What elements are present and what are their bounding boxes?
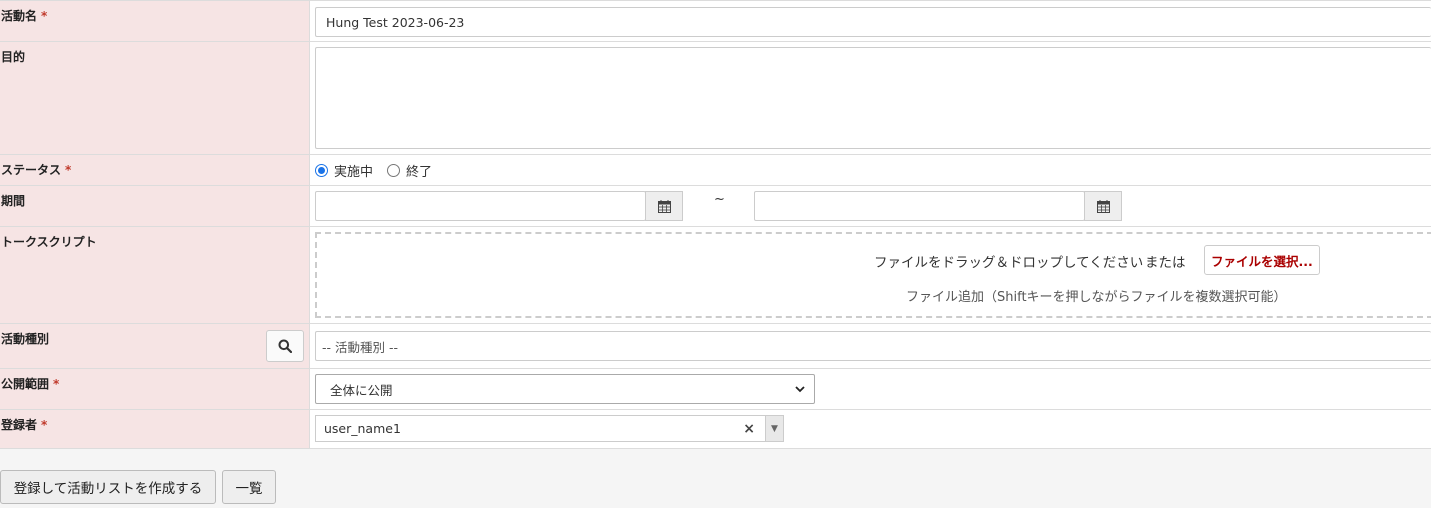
dropzone-hint: ファイル追加（Shiftキーを押しながらファイルを複数選択可能） <box>906 290 1287 305</box>
search-icon <box>278 339 292 353</box>
talk-script-label: トークスクリプト <box>0 227 310 323</box>
visibility-label: 公開範囲 * <box>0 369 310 409</box>
purpose-label-text: 目的 <box>1 50 26 64</box>
row-talk-script: トークスクリプト ファイルをドラッグ＆ドロップしてください または ファイルを選… <box>0 227 1431 324</box>
required-mark: * <box>53 377 60 391</box>
submit-button-label: 登録して活動リストを作成する <box>13 481 203 497</box>
registrant-combobox[interactable]: user_name1 × ▼ <box>315 415 784 442</box>
talk-script-label-text: トークスクリプト <box>1 235 97 249</box>
row-registrant: 登録者 * user_name1 × ▼ <box>0 410 1431 449</box>
period-end-input[interactable] <box>754 191 1085 221</box>
activity-type-input[interactable]: -- 活動種別 -- <box>315 331 1431 361</box>
registrant-value: user_name1 <box>324 421 401 436</box>
period-start-calendar-button[interactable] <box>645 191 683 221</box>
period-separator: ~ <box>714 192 725 207</box>
dropdown-arrow-icon[interactable]: ▼ <box>765 416 783 441</box>
list-button-label: 一覧 <box>235 481 263 497</box>
registrant-label-text: 登録者 <box>1 418 38 432</box>
required-mark: * <box>41 9 48 23</box>
period-start-input[interactable] <box>315 191 646 221</box>
status-label-text: ステータス <box>1 163 62 177</box>
purpose-textarea[interactable] <box>315 47 1431 149</box>
status-option-ended-label[interactable]: 終了 <box>406 161 432 180</box>
activity-name-label: 活動名 * <box>0 1 310 41</box>
talk-script-cell: ファイルをドラッグ＆ドロップしてください または ファイルを選択... ファイル… <box>310 227 1431 323</box>
activity-type-placeholder: -- 活動種別 -- <box>322 339 398 355</box>
registrant-label: 登録者 * <box>0 410 310 448</box>
activity-name-label-text: 活動名 <box>1 9 38 23</box>
activity-name-cell: Hung Test 2023-06-23 <box>310 1 1431 41</box>
chevron-down-icon <box>795 386 805 393</box>
calendar-icon <box>1096 199 1110 213</box>
activity-type-label: 活動種別 <box>0 324 310 368</box>
period-cell: ~ <box>310 186 1431 226</box>
row-activity-type: 活動種別 -- 活動種別 -- <box>0 324 1431 369</box>
purpose-label: 目的 <box>0 42 310 154</box>
status-radio-ended[interactable] <box>387 164 401 177</box>
status-radio-group: 実施中 終了 <box>315 161 446 180</box>
purpose-cell <box>310 42 1431 154</box>
file-dropzone[interactable]: ファイルをドラッグ＆ドロップしてください または ファイルを選択... ファイル… <box>315 232 1431 318</box>
row-purpose: 目的 <box>0 42 1431 155</box>
status-radio-active[interactable] <box>315 164 328 177</box>
visibility-label-text: 公開範囲 <box>1 377 50 391</box>
status-option-active-label[interactable]: 実施中 <box>334 161 373 180</box>
visibility-cell: 全体に公開 <box>310 369 1431 409</box>
list-button[interactable]: 一覧 <box>222 470 276 504</box>
required-mark: * <box>41 418 48 432</box>
registrant-cell: user_name1 × ▼ <box>310 410 1431 448</box>
period-label: 期間 <box>0 186 310 226</box>
activity-type-cell: -- 活動種別 -- <box>310 324 1431 368</box>
activity-name-input[interactable]: Hung Test 2023-06-23 <box>315 7 1431 37</box>
required-mark: * <box>65 163 72 177</box>
activity-type-label-text: 活動種別 <box>1 332 50 346</box>
row-status: ステータス * 実施中 終了 <box>0 155 1431 186</box>
status-label: ステータス * <box>0 155 310 185</box>
row-activity-name: 活動名 * Hung Test 2023-06-23 <box>0 0 1431 42</box>
select-file-button[interactable]: ファイルを選択... <box>1204 245 1320 275</box>
period-end-calendar-button[interactable] <box>1084 191 1122 221</box>
visibility-select[interactable]: 全体に公開 <box>315 374 815 404</box>
row-period: 期間 ~ <box>0 186 1431 227</box>
row-visibility: 公開範囲 * 全体に公開 <box>0 369 1431 410</box>
activity-type-search-button[interactable] <box>266 330 304 362</box>
status-cell: 実施中 終了 <box>310 155 1431 185</box>
dropzone-text: ファイルをドラッグ＆ドロップしてください <box>874 255 1144 271</box>
period-label-text: 期間 <box>1 194 26 208</box>
calendar-icon <box>657 199 671 213</box>
activity-form: 活動名 * Hung Test 2023-06-23 目的 ステータス * 実施中 … <box>0 0 1431 449</box>
visibility-selected-value: 全体に公開 <box>330 382 393 398</box>
select-file-button-label: ファイルを選択... <box>1211 253 1313 269</box>
dropzone-or-text: または <box>1145 255 1186 271</box>
activity-name-value: Hung Test 2023-06-23 <box>326 14 465 30</box>
submit-create-activity-list-button[interactable]: 登録して活動リストを作成する <box>0 470 216 504</box>
clear-icon[interactable]: × <box>743 421 755 437</box>
